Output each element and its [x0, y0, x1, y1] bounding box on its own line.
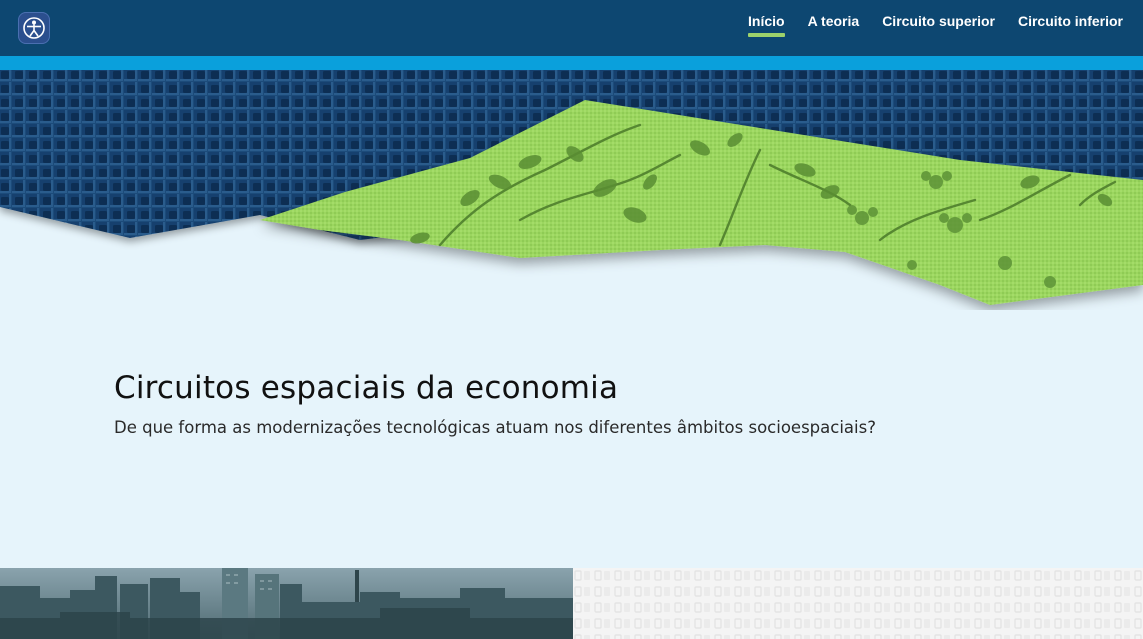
hero-section: Circuitos espaciais da economia De que f…	[114, 370, 1014, 437]
page-title: Circuitos espaciais da economia	[114, 370, 619, 406]
binary-pattern-image	[573, 568, 1143, 639]
main-nav: Início A teoria Circuito superior Circui…	[725, 13, 1123, 37]
top-navbar: Início A teoria Circuito superior Circui…	[0, 0, 1143, 56]
page-subtitle: De que forma as modernizações tecnológic…	[114, 418, 876, 437]
hero-banner-image	[0, 70, 1143, 305]
vitruvian-man-icon	[23, 17, 45, 39]
nav-item-circuito-inferior[interactable]: Circuito inferior	[1018, 13, 1123, 37]
accent-strip	[0, 56, 1143, 70]
nav-item-circuito-superior[interactable]: Circuito superior	[882, 13, 995, 37]
nav-item-inicio[interactable]: Início	[748, 13, 785, 37]
city-skyline-image	[0, 568, 573, 639]
nav-item-a-teoria[interactable]: A teoria	[808, 13, 860, 37]
site-logo[interactable]	[18, 12, 50, 44]
